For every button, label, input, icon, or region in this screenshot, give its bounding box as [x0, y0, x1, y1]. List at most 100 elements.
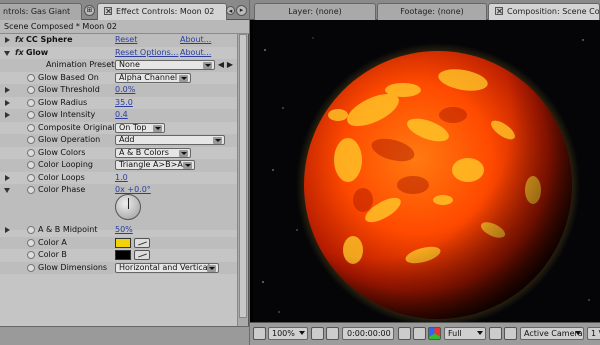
glow-radius-value[interactable]: 35.0	[115, 97, 133, 109]
channel-icon[interactable]	[428, 327, 441, 340]
param-glow-based-on: Glow Based On Alpha Channel	[0, 72, 237, 85]
param-label: Glow Intensity	[38, 110, 96, 119]
collapse-triangle-icon[interactable]	[4, 50, 10, 59]
stopwatch-icon[interactable]	[27, 73, 35, 82]
chevron-down-icon	[299, 331, 305, 335]
fx-icon[interactable]: fx	[15, 34, 24, 46]
expand-triangle-icon[interactable]	[5, 37, 10, 43]
stopwatch-icon[interactable]	[27, 238, 35, 247]
zoom-dropdown[interactable]: 100%	[268, 327, 308, 340]
param-label: Glow Threshold	[38, 85, 100, 94]
effect-name: CC Sphere	[26, 35, 73, 44]
snapshot-icon[interactable]	[398, 327, 411, 340]
stopwatch-icon[interactable]	[27, 161, 35, 169]
grid-icon[interactable]	[311, 327, 324, 340]
scrollbar-thumb[interactable]	[239, 34, 247, 318]
stopwatch-icon[interactable]	[27, 148, 35, 157]
show-snapshot-icon[interactable]	[413, 327, 426, 340]
color-a-swatch[interactable]	[115, 237, 131, 248]
tab-label: ntrols: Gas Giant	[3, 7, 71, 16]
tab-project-controls[interactable]: ntrols: Gas Giant	[0, 3, 82, 20]
stopwatch-icon[interactable]	[27, 251, 35, 259]
stopwatch-icon[interactable]	[27, 263, 35, 272]
stopwatch-icon[interactable]	[27, 186, 35, 194]
param-label: Glow Dimensions	[38, 262, 108, 272]
prev-preset-icon[interactable]: ◀	[217, 60, 225, 70]
eyedropper-icon[interactable]	[134, 237, 150, 248]
param-glow-threshold: Glow Threshold 0.0%	[0, 84, 237, 97]
param-label: Color Phase	[38, 185, 86, 194]
tab-effect-controls[interactable]: Effect Controls: Moon 02	[97, 3, 227, 20]
fx-icon[interactable]: fx	[15, 47, 24, 59]
zoom-value: 100%	[272, 329, 295, 338]
glow-based-on-dropdown[interactable]: Alpha Channel	[115, 72, 191, 83]
color-phase-dial[interactable]	[115, 194, 141, 220]
param-label: Animation Presets:	[46, 60, 122, 69]
timecode-value: 0:00:00:00	[347, 329, 391, 338]
resolution-dropdown[interactable]: Full	[444, 327, 486, 340]
dropdown-value: None	[119, 60, 140, 69]
region-of-interest-icon[interactable]	[489, 327, 502, 340]
expand-triangle-icon[interactable]	[5, 112, 10, 118]
tab-layer[interactable]: Layer: (none)	[254, 3, 376, 20]
glow-dimensions-dropdown[interactable]: Horizontal and Vertical	[115, 262, 219, 273]
reset-link[interactable]: Reset	[115, 34, 137, 46]
views-dropdown[interactable]: 1 V	[587, 327, 600, 340]
stopwatch-icon[interactable]	[27, 123, 35, 132]
composition-viewer[interactable]	[253, 20, 600, 322]
stopwatch-icon[interactable]	[27, 136, 35, 144]
collapse-triangle-icon[interactable]	[4, 188, 10, 196]
param-glow-dimensions: Glow Dimensions Horizontal and Vertical	[0, 261, 237, 274]
chevron-down-icon	[575, 331, 581, 335]
close-icon[interactable]	[495, 7, 503, 15]
param-composite-original: Composite Original On Top	[0, 122, 237, 135]
chevron-down-icon	[179, 149, 188, 157]
tab-footage[interactable]: Footage: (none)	[377, 3, 487, 20]
composition-toolbar: 100% 0:00:00:00 Full Active Camera 1 V	[250, 322, 600, 345]
glow-operation-dropdown[interactable]: Add	[115, 135, 225, 145]
stopwatch-icon[interactable]	[27, 98, 35, 107]
next-preset-icon[interactable]: ▶	[226, 60, 234, 70]
transparency-grid-icon[interactable]	[504, 327, 517, 340]
tab-label: Effect Controls: Moon 02	[116, 7, 215, 16]
timecode-display[interactable]: 0:00:00:00	[342, 327, 394, 340]
stopwatch-icon[interactable]	[27, 86, 35, 94]
expand-triangle-icon[interactable]	[5, 99, 10, 106]
mask-visibility-icon[interactable]	[326, 327, 339, 340]
color-looping-dropdown[interactable]: Triangle A>B>A	[115, 160, 195, 170]
param-label: Glow Operation	[38, 135, 101, 144]
planet-shadow	[304, 51, 572, 319]
panel-footer	[0, 326, 249, 345]
scroll-right-icon[interactable]: ▸	[236, 5, 247, 16]
color-b-swatch[interactable]	[115, 250, 131, 260]
glow-threshold-value[interactable]: 0.0%	[115, 84, 135, 96]
about-link[interactable]: About...	[180, 34, 211, 46]
param-label: Glow Colors	[38, 147, 86, 157]
tab-composition[interactable]: Composition: Scene Composed	[488, 3, 600, 20]
vertical-scrollbar[interactable]	[237, 34, 248, 326]
expand-triangle-icon[interactable]	[5, 227, 10, 233]
param-color-looping: Color Looping Triangle A>B>A	[0, 159, 237, 172]
camera-dropdown[interactable]: Active Camera	[520, 327, 584, 340]
animation-presets-dropdown[interactable]: None	[115, 60, 215, 70]
tab-menu-icon[interactable]: ⊞	[84, 5, 95, 16]
expand-triangle-icon[interactable]	[5, 174, 10, 181]
about-link[interactable]: About...	[180, 47, 211, 59]
always-preview-icon[interactable]	[253, 327, 266, 340]
composite-original-dropdown[interactable]: On Top	[115, 122, 165, 133]
param-color-loops: Color Loops 1.0	[0, 172, 237, 185]
close-icon[interactable]	[104, 7, 112, 15]
composition-panel: Layer: (none) Footage: (none) Compositio…	[250, 0, 600, 345]
stopwatch-icon[interactable]	[27, 173, 35, 182]
stopwatch-icon[interactable]	[27, 226, 35, 234]
glow-colors-dropdown[interactable]: A & B Colors	[115, 147, 191, 158]
reset-options-link[interactable]: Reset Options...	[115, 47, 178, 59]
stopwatch-icon[interactable]	[27, 111, 35, 119]
eyedropper-icon[interactable]	[134, 250, 150, 260]
dropdown-value: Add	[119, 135, 135, 144]
color-loops-value[interactable]: 1.0	[115, 172, 128, 184]
expand-triangle-icon[interactable]	[5, 87, 10, 93]
ab-midpoint-value[interactable]: 50%	[115, 224, 133, 236]
scroll-left-icon[interactable]: ◂	[226, 6, 235, 15]
glow-intensity-value[interactable]: 0.4	[115, 109, 128, 121]
